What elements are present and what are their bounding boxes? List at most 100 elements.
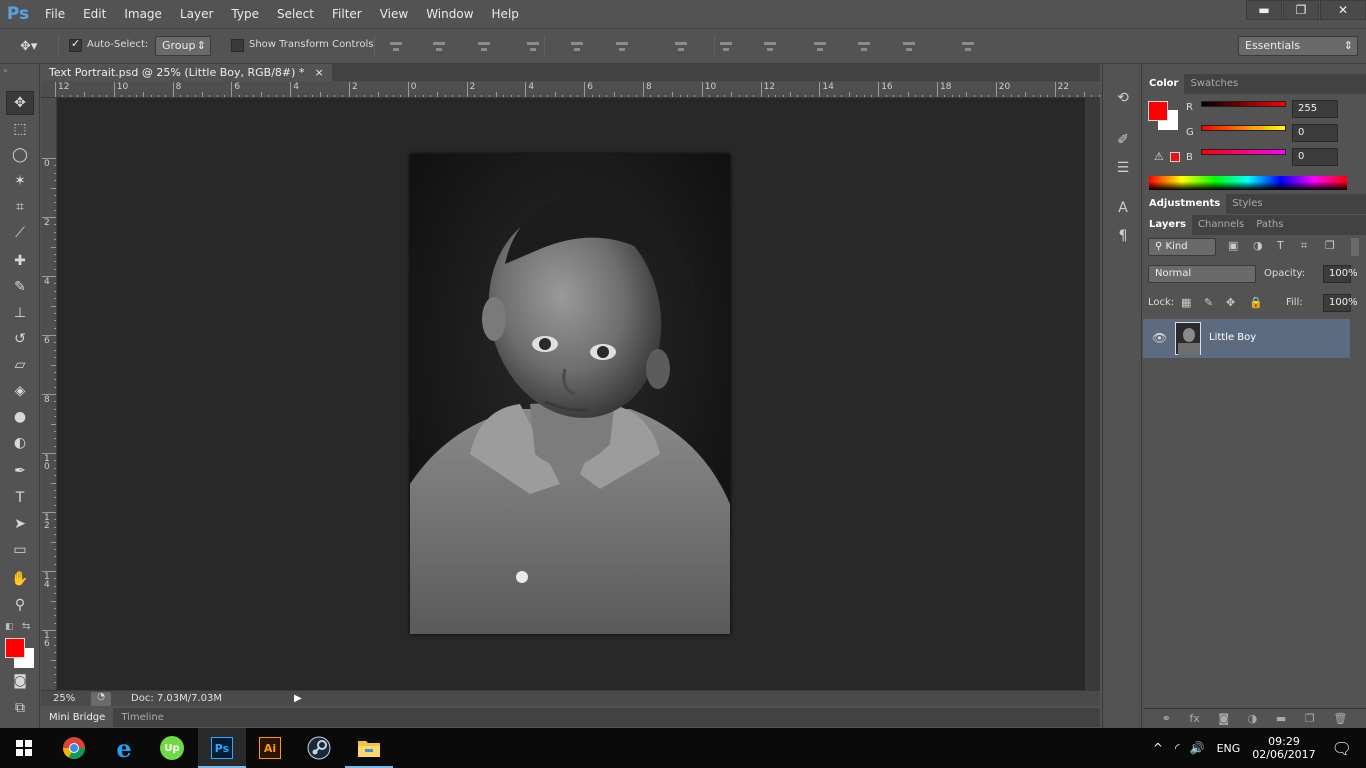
clone-stamp-tool-icon[interactable]: ⊥: [6, 301, 34, 325]
eyedropper-tool-icon[interactable]: ⟋: [6, 221, 34, 245]
lock-transparent-icon[interactable]: ▦: [1181, 296, 1191, 309]
status-menu-arrow-icon[interactable]: ▶: [294, 693, 302, 704]
filter-smart-object-icon[interactable]: ❐: [1325, 239, 1335, 252]
eye-visibility-icon[interactable]: 👁: [1152, 331, 1167, 345]
menu-type[interactable]: Type: [222, 0, 268, 28]
layer-mask-icon[interactable]: ◙: [1218, 712, 1229, 725]
align-hcenter-icon[interactable]: [569, 40, 585, 54]
paragraph-panel-icon[interactable]: ¶: [1113, 226, 1133, 246]
marquee-tool-icon[interactable]: ⬚: [6, 117, 34, 141]
menu-view[interactable]: View: [371, 0, 417, 28]
pen-tool-icon[interactable]: ✒: [6, 459, 34, 483]
green-slider[interactable]: [1201, 125, 1286, 131]
taskbar-photoshop[interactable]: Ps: [198, 728, 246, 768]
distribute-top-icon[interactable]: [673, 40, 689, 54]
lock-image-icon[interactable]: ✎: [1204, 296, 1213, 309]
menu-window[interactable]: Window: [417, 0, 482, 28]
menu-filter[interactable]: Filter: [323, 0, 371, 28]
blue-value-input[interactable]: 0: [1292, 148, 1338, 166]
distribute-hcenter-icon[interactable]: [856, 40, 872, 54]
distribute-left-icon[interactable]: [812, 40, 828, 54]
brush-panel-icon[interactable]: ☰: [1113, 158, 1133, 178]
menu-edit[interactable]: Edit: [74, 0, 115, 28]
distribute-vcenter-icon[interactable]: [718, 40, 734, 54]
menu-image[interactable]: Image: [115, 0, 171, 28]
zoom-tool-icon[interactable]: ⚲: [6, 593, 34, 617]
move-tool-preset-icon[interactable]: ✥▾: [20, 39, 37, 54]
hand-tool-icon[interactable]: ✋: [6, 567, 34, 591]
brush-presets-icon[interactable]: ✐: [1113, 130, 1133, 150]
volume-icon[interactable]: 🔊: [1190, 741, 1205, 755]
lock-all-icon[interactable]: 🔒: [1249, 296, 1263, 309]
lock-position-icon[interactable]: ✥: [1226, 296, 1235, 309]
character-panel-icon[interactable]: A: [1113, 198, 1133, 218]
close-button[interactable]: ✕: [1320, 0, 1366, 20]
taskbar-internet-explorer[interactable]: e: [100, 728, 148, 768]
tab-swatches[interactable]: Swatches: [1184, 74, 1244, 94]
menu-layer[interactable]: Layer: [171, 0, 222, 28]
opacity-input[interactable]: 100%: [1323, 265, 1358, 283]
layer-style-icon[interactable]: fx: [1189, 712, 1199, 725]
distribute-right-icon[interactable]: [901, 40, 917, 54]
new-layer-icon[interactable]: ❐: [1305, 712, 1315, 725]
green-value-input[interactable]: 0: [1292, 124, 1338, 142]
document-tab[interactable]: Text Portrait.psd @ 25% (Little Boy, RGB…: [41, 64, 332, 81]
tab-mini-bridge[interactable]: Mini Bridge: [41, 708, 114, 727]
move-tool-icon[interactable]: ✥: [6, 91, 34, 115]
status-info-icon[interactable]: ◔: [91, 691, 111, 706]
swap-colors-icon[interactable]: ⇆: [22, 621, 30, 632]
align-top-icon[interactable]: [388, 40, 404, 54]
tab-color[interactable]: Color: [1143, 74, 1185, 94]
layer-filter-dropdown[interactable]: ⚲ Kind: [1148, 238, 1216, 256]
taskbar-chrome[interactable]: [50, 728, 98, 768]
tab-styles[interactable]: Styles: [1226, 194, 1268, 214]
history-panel-icon[interactable]: ⟲: [1113, 88, 1133, 108]
align-right-icon[interactable]: [614, 40, 630, 54]
auto-select-group-dropdown[interactable]: Group ⇕: [155, 36, 211, 56]
blend-mode-dropdown[interactable]: Normal: [1148, 265, 1256, 283]
brush-tool-icon[interactable]: ✎: [6, 275, 34, 299]
layer-row[interactable]: 👁 Little Boy: [1143, 319, 1350, 358]
gamut-color-swatch[interactable]: [1170, 152, 1180, 162]
menu-file[interactable]: File: [36, 0, 74, 28]
delete-layer-icon[interactable]: 🗑: [1333, 712, 1347, 725]
layer-name[interactable]: Little Boy: [1209, 332, 1256, 343]
auto-align-layers-icon[interactable]: [960, 40, 976, 54]
blur-tool-icon[interactable]: ●: [6, 405, 34, 429]
screen-mode-icon[interactable]: ⧉: [6, 696, 34, 720]
menu-select[interactable]: Select: [268, 0, 323, 28]
taskbar-illustrator[interactable]: Ai: [246, 728, 294, 768]
magic-wand-tool-icon[interactable]: ✶: [6, 169, 34, 193]
filter-pixel-icon[interactable]: ▣: [1228, 239, 1238, 252]
clock[interactable]: 09:29 02/06/2017: [1252, 735, 1315, 761]
start-button[interactable]: [0, 728, 48, 768]
distribute-bottom-icon[interactable]: [762, 40, 778, 54]
tab-paths[interactable]: Paths: [1250, 215, 1289, 235]
tab-layers[interactable]: Layers: [1143, 215, 1192, 235]
out-of-gamut-warning-icon[interactable]: ⚠: [1154, 150, 1164, 163]
history-brush-tool-icon[interactable]: ↺: [6, 327, 34, 351]
zoom-level[interactable]: 25%: [41, 693, 83, 704]
color-foreground-swatch[interactable]: [1148, 101, 1168, 121]
align-vcenter-icon[interactable]: [431, 40, 447, 54]
color-spectrum-ramp[interactable]: [1149, 176, 1347, 190]
red-value-input[interactable]: 255: [1292, 100, 1338, 118]
taskbar-upwork[interactable]: Up: [148, 728, 196, 768]
new-adjustment-icon[interactable]: ◑: [1248, 712, 1258, 725]
quick-mask-icon[interactable]: ◙: [6, 669, 34, 693]
workspace-dropdown[interactable]: Essentials ⇕: [1238, 36, 1358, 56]
show-transform-checkbox[interactable]: [231, 39, 244, 52]
filter-type-icon[interactable]: T: [1277, 239, 1284, 252]
fill-input[interactable]: 100%: [1323, 294, 1358, 312]
auto-select-checkbox[interactable]: [69, 39, 82, 52]
filter-toggle[interactable]: [1351, 238, 1359, 256]
rectangle-tool-icon[interactable]: ▭: [6, 538, 34, 562]
eraser-tool-icon[interactable]: ▱: [6, 353, 34, 377]
restore-button[interactable]: ❐: [1283, 0, 1319, 20]
show-hidden-icons-icon[interactable]: ^: [1153, 741, 1163, 755]
tab-timeline[interactable]: Timeline: [113, 708, 172, 727]
menu-help[interactable]: Help: [483, 0, 528, 28]
align-bottom-icon[interactable]: [476, 40, 492, 54]
vertical-scrollbar[interactable]: [1085, 98, 1100, 690]
healing-brush-tool-icon[interactable]: ✚: [6, 249, 34, 273]
